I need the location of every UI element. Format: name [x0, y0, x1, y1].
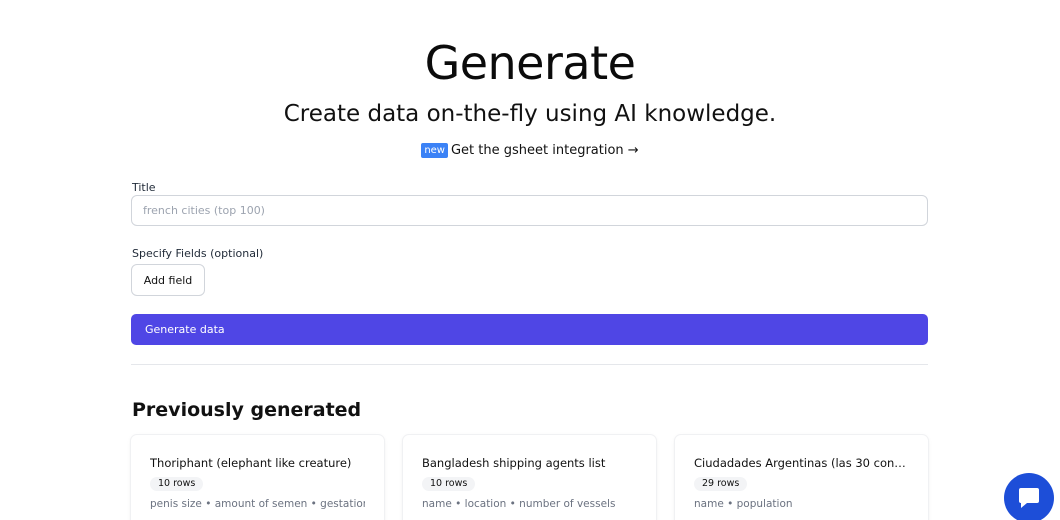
- card-title: Thoriphant (elephant like creature): [150, 456, 352, 470]
- card-fields: name • population: [694, 498, 793, 510]
- card-title: Ciudadades Argentinas (las 30 con ma...: [694, 456, 909, 470]
- generated-card[interactable]: Bangladesh shipping agents list 10 rows …: [403, 435, 656, 520]
- generated-card[interactable]: Ciudadades Argentinas (las 30 con ma... …: [675, 435, 928, 520]
- title-label: Title: [132, 181, 156, 194]
- generate-data-button[interactable]: Generate data: [131, 314, 928, 345]
- page-subtitle: Create data on-the-fly using AI knowledg…: [283, 101, 777, 127]
- row-count-badge: 10 rows: [150, 477, 204, 491]
- gsheet-integration-link-text: Get the gsheet integration →: [450, 143, 639, 158]
- previously-generated-heading: Previously generated: [132, 399, 362, 421]
- section-divider: [131, 364, 928, 365]
- card-fields: penis size • amount of semen • gestation…: [150, 498, 365, 510]
- page-title: Generate: [424, 36, 636, 90]
- row-count-badge: 29 rows: [694, 477, 748, 491]
- specify-fields-label: Specify Fields (optional): [132, 247, 264, 260]
- gsheet-promo: new Get the gsheet integration →: [0, 141, 1060, 161]
- new-badge: new: [421, 143, 448, 158]
- gsheet-integration-link[interactable]: new Get the gsheet integration →: [421, 143, 639, 158]
- generated-card[interactable]: Thoriphant (elephant like creature) 10 r…: [131, 435, 384, 520]
- title-input[interactable]: [131, 195, 928, 226]
- add-field-button[interactable]: Add field: [131, 264, 205, 296]
- row-count-badge: 10 rows: [422, 477, 476, 491]
- card-title: Bangladesh shipping agents list: [422, 456, 606, 470]
- card-fields: name • location • number of vessels: [422, 498, 616, 510]
- chat-bubble-icon: [1019, 488, 1039, 508]
- chat-launcher-button[interactable]: [1004, 473, 1054, 520]
